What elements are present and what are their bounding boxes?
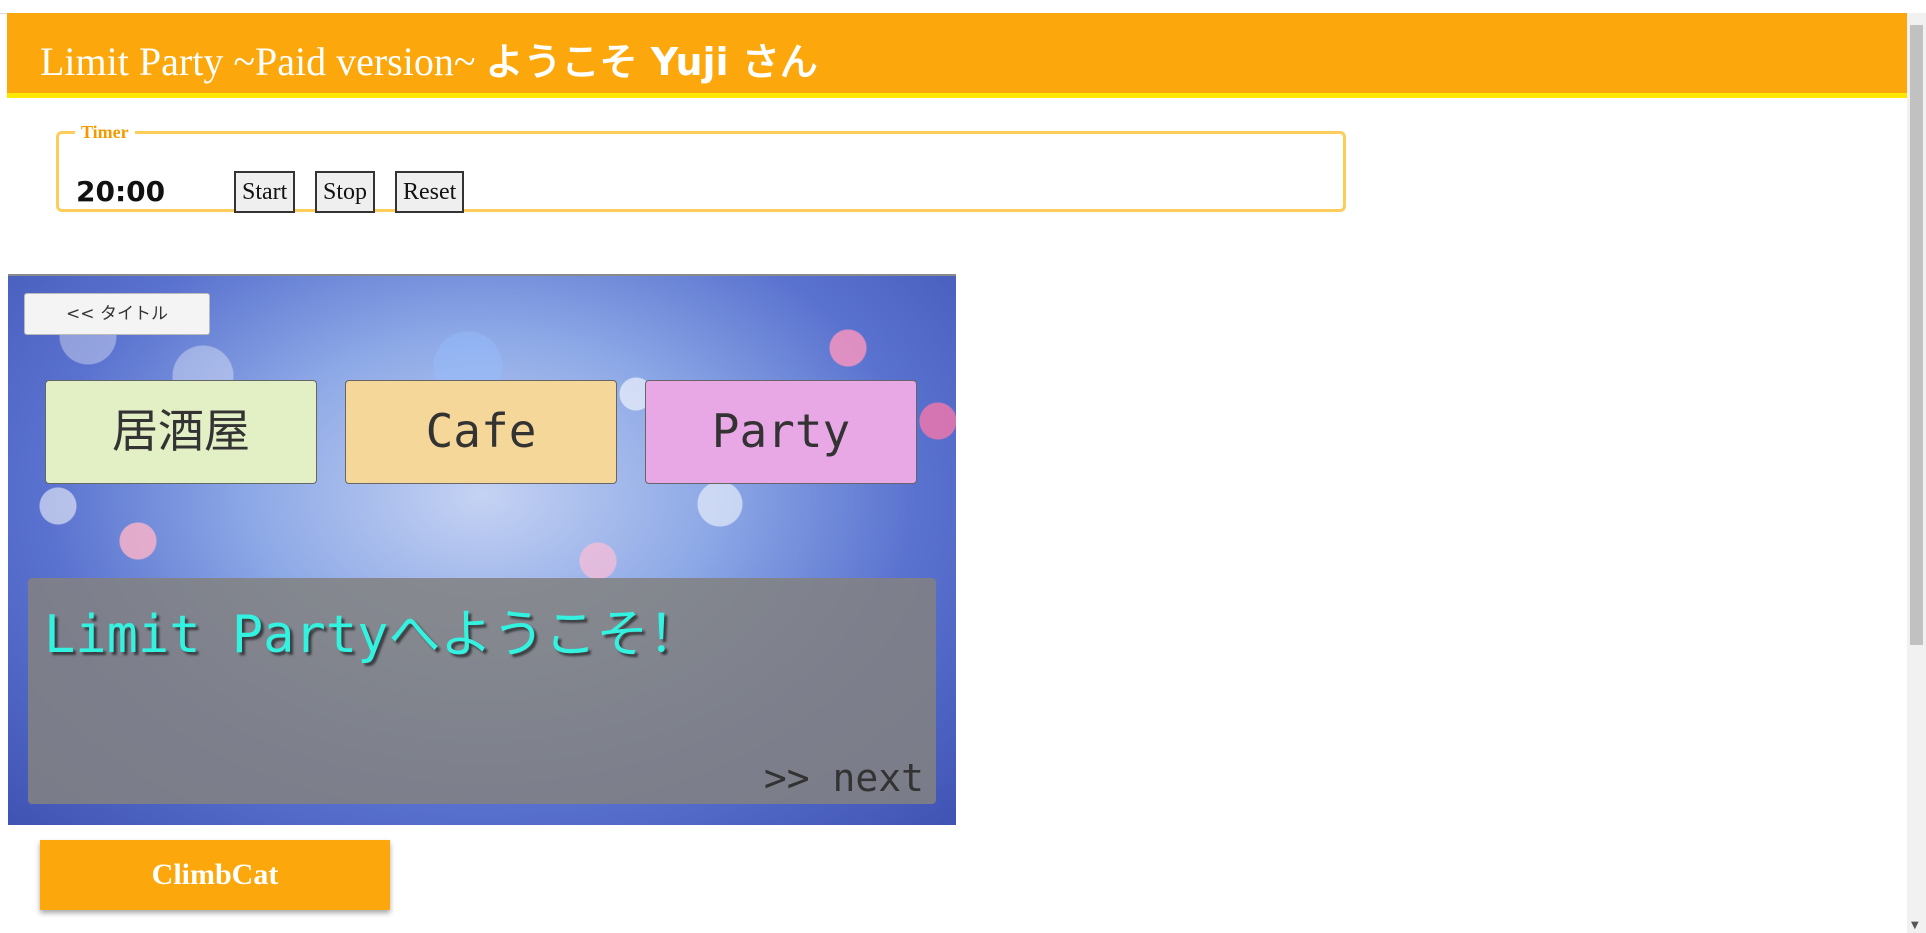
- game-screen[interactable]: << タイトル 居酒屋 Cafe Party Limit Partyへようこそ！…: [8, 274, 956, 825]
- timer-display: 20:00: [76, 175, 166, 208]
- category-izakaya-button[interactable]: 居酒屋: [45, 380, 317, 484]
- next-button[interactable]: >> next: [764, 756, 924, 800]
- stop-button[interactable]: Stop: [315, 171, 376, 213]
- welcome-text: ようこそ Yuji さん: [485, 40, 818, 84]
- page-title: Limit Party ~Paid version~ ようこそ Yuji さん: [40, 31, 818, 86]
- vertical-scrollbar[interactable]: ▼: [1907, 13, 1926, 933]
- app-title: Limit Party ~Paid version~: [40, 39, 486, 84]
- scrollbar-thumb[interactable]: [1910, 25, 1923, 645]
- timer-legend: Timer: [81, 122, 129, 142]
- reset-button[interactable]: Reset: [395, 171, 465, 213]
- top-strip: [0, 0, 1906, 14]
- start-button[interactable]: Start: [234, 171, 296, 213]
- message-box[interactable]: Limit Partyへようこそ！ >> next: [28, 578, 936, 804]
- scroll-down-icon[interactable]: ▼: [1911, 920, 1919, 931]
- category-cafe-button[interactable]: Cafe: [345, 380, 617, 484]
- back-to-title-button[interactable]: << タイトル: [24, 293, 210, 335]
- page-header: Limit Party ~Paid version~ ようこそ Yuji さん: [7, 13, 1909, 98]
- category-party-button[interactable]: Party: [645, 380, 917, 484]
- climbcat-button[interactable]: ClimbCat: [40, 840, 390, 910]
- message-text: Limit Partyへようこそ！: [44, 605, 701, 665]
- timer-panel: Timer 20:00 Start Stop Reset: [56, 122, 1346, 213]
